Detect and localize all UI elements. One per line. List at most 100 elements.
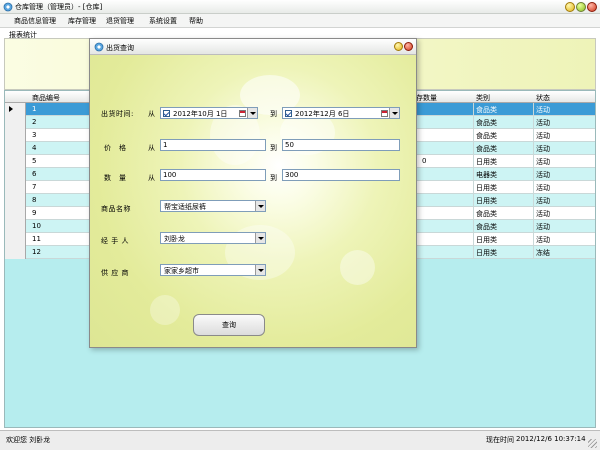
row-selector[interactable] bbox=[5, 220, 26, 233]
cell-id: 9 bbox=[32, 209, 37, 217]
cell-id: 6 bbox=[32, 170, 37, 178]
minimize-button[interactable] bbox=[565, 2, 575, 12]
to-label: 到 bbox=[270, 110, 278, 118]
cell-quantity: 0 bbox=[422, 157, 427, 165]
col-header-id[interactable]: 商品编号 bbox=[32, 93, 60, 103]
menu-system-settings[interactable]: 系统设置 bbox=[149, 17, 177, 25]
flower-decoration bbox=[340, 250, 375, 285]
row-selector[interactable] bbox=[5, 207, 26, 220]
menu-returns[interactable]: 退货管理 bbox=[106, 17, 134, 25]
row-selector[interactable] bbox=[5, 181, 26, 194]
row-selector[interactable] bbox=[5, 194, 26, 207]
row-selector[interactable] bbox=[5, 155, 26, 168]
query-button[interactable]: 查询 bbox=[193, 314, 265, 336]
product-name-label: 商品名称 bbox=[101, 205, 131, 213]
supplier-select[interactable]: 家家乡超市 bbox=[160, 264, 266, 276]
handler-dropdown[interactable] bbox=[255, 233, 265, 243]
cell-category: 日用类 bbox=[476, 184, 497, 192]
cell-category: 电器类 bbox=[476, 171, 497, 179]
cell-id: 5 bbox=[32, 157, 37, 165]
column-divider bbox=[473, 181, 474, 194]
row-selector[interactable] bbox=[5, 246, 26, 259]
cell-status: 活动 bbox=[536, 119, 550, 127]
date-to-dropdown[interactable] bbox=[389, 108, 399, 118]
col-header-quantity[interactable]: 存数量 bbox=[416, 93, 437, 103]
menu-product-info[interactable]: 商品信息管理 bbox=[14, 17, 56, 25]
product-name-value: 帮宝适纸尿裤 bbox=[164, 203, 206, 211]
column-divider bbox=[533, 194, 534, 207]
menu-bar: 商品信息管理 库存管理 退货管理 系统设置 帮助 bbox=[0, 14, 600, 28]
supplier-label: 供 应 商 bbox=[101, 269, 129, 277]
quantity-from-label: 从 bbox=[148, 174, 156, 182]
row-selector[interactable] bbox=[5, 168, 26, 181]
quantity-to-input[interactable]: 300 bbox=[282, 169, 400, 181]
cell-status: 活动 bbox=[536, 197, 550, 205]
column-divider bbox=[533, 181, 534, 194]
row-selector[interactable] bbox=[5, 116, 26, 129]
date-from-picker[interactable]: 2012年10月 1日 bbox=[160, 107, 258, 119]
ship-time-label: 出货时间: bbox=[101, 110, 134, 118]
column-divider bbox=[473, 220, 474, 233]
dialog-app-icon bbox=[94, 42, 104, 52]
handler-select[interactable]: 刘卧龙 bbox=[160, 232, 266, 244]
date-to-picker[interactable]: 2012年12月 6日 bbox=[282, 107, 400, 119]
cell-id: 1 bbox=[32, 105, 37, 113]
row-selector[interactable] bbox=[5, 142, 26, 155]
column-divider bbox=[473, 168, 474, 181]
column-divider bbox=[533, 129, 534, 142]
price-from-input[interactable]: 1 bbox=[160, 139, 266, 151]
column-divider bbox=[473, 129, 474, 142]
dialog-body: 出货时间: 从 2012年10月 1日 到 2012年12月 6日 价 格 从 … bbox=[90, 55, 416, 347]
maximize-button[interactable] bbox=[576, 2, 586, 12]
product-name-select[interactable]: 帮宝适纸尿裤 bbox=[160, 200, 266, 212]
app-icon bbox=[3, 2, 13, 12]
column-divider bbox=[533, 103, 534, 116]
row-selector[interactable] bbox=[5, 233, 26, 246]
date-from-dropdown[interactable] bbox=[247, 108, 257, 118]
cell-id: 2 bbox=[32, 118, 37, 126]
price-to-input[interactable]: 50 bbox=[282, 139, 400, 151]
price-from-label: 从 bbox=[148, 144, 156, 152]
status-time-label: 现在时间 bbox=[486, 436, 514, 444]
dialog-titlebar: 出货查询 bbox=[90, 39, 416, 55]
row-selector[interactable] bbox=[5, 103, 26, 116]
cell-id: 4 bbox=[32, 144, 37, 152]
close-button[interactable] bbox=[587, 2, 597, 12]
cell-id: 8 bbox=[32, 196, 37, 204]
col-header-category[interactable]: 类别 bbox=[476, 93, 490, 103]
column-divider bbox=[533, 155, 534, 168]
cell-category: 食品类 bbox=[476, 145, 497, 153]
resize-grip[interactable] bbox=[588, 439, 597, 448]
supplier-dropdown[interactable] bbox=[255, 265, 265, 275]
column-divider bbox=[533, 233, 534, 246]
row-selector[interactable] bbox=[5, 129, 26, 142]
date-from-checkbox[interactable] bbox=[163, 110, 170, 117]
window-title: 仓库管理（管理员）- [仓库] bbox=[15, 3, 103, 11]
column-divider bbox=[473, 116, 474, 129]
column-divider bbox=[533, 142, 534, 155]
price-to-label: 到 bbox=[270, 144, 278, 152]
status-time-value: 2012/12/6 10:37:14 bbox=[516, 435, 586, 443]
quantity-from-input[interactable]: 100 bbox=[160, 169, 266, 181]
shipment-query-dialog: 出货查询 出货时间: 从 2012年10月 1日 到 2012年12月 6日 价… bbox=[89, 38, 417, 348]
col-header-status[interactable]: 状态 bbox=[536, 93, 550, 103]
cell-status: 活动 bbox=[536, 106, 550, 114]
cell-status: 活动 bbox=[536, 223, 550, 231]
cell-category: 食品类 bbox=[476, 223, 497, 231]
date-to-value: 2012年12月 6日 bbox=[295, 110, 350, 118]
cell-status: 活动 bbox=[536, 171, 550, 179]
date-to-checkbox[interactable] bbox=[285, 110, 292, 117]
cell-category: 食品类 bbox=[476, 119, 497, 127]
dialog-close-button[interactable] bbox=[404, 42, 413, 51]
cell-id: 12 bbox=[32, 248, 41, 256]
dialog-title: 出货查询 bbox=[106, 44, 134, 52]
column-divider bbox=[473, 142, 474, 155]
cell-category: 日用类 bbox=[476, 236, 497, 244]
quantity-to-label: 到 bbox=[270, 174, 278, 182]
current-row-arrow-icon bbox=[9, 106, 13, 112]
column-divider bbox=[473, 155, 474, 168]
menu-inventory[interactable]: 库存管理 bbox=[68, 17, 96, 25]
dialog-minimize-button[interactable] bbox=[394, 42, 403, 51]
product-name-dropdown[interactable] bbox=[255, 201, 265, 211]
menu-help[interactable]: 帮助 bbox=[189, 17, 203, 25]
